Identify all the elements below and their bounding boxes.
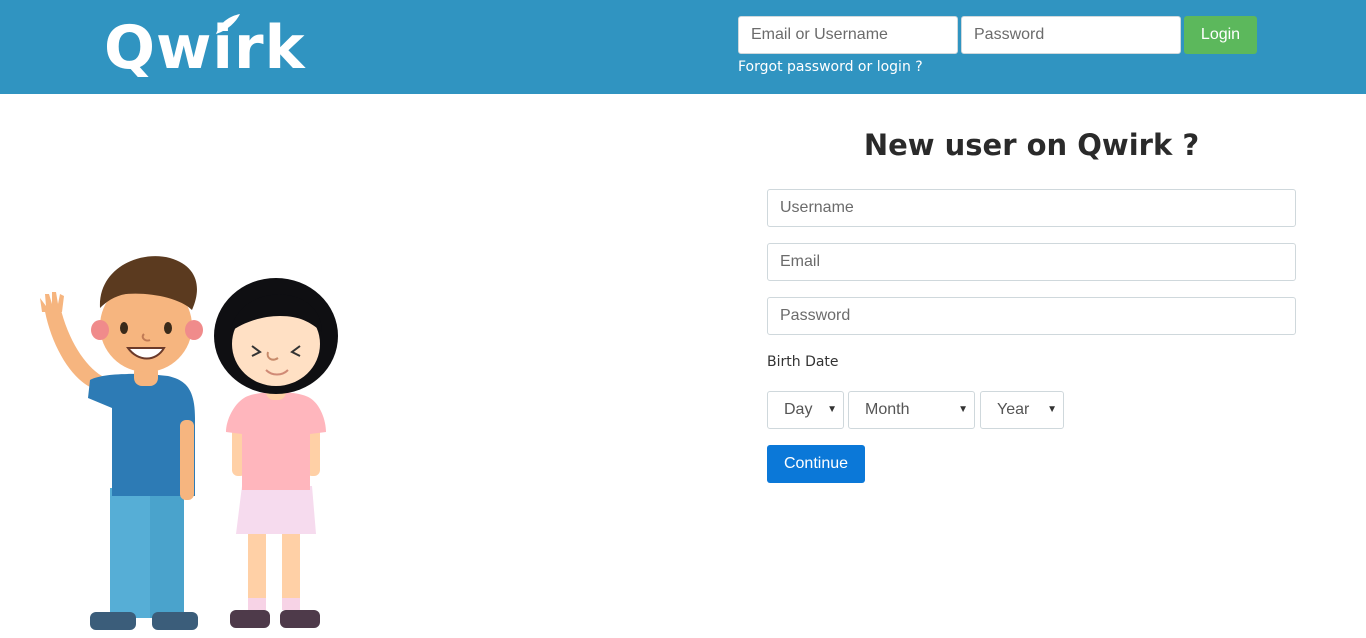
continue-button[interactable]: Continue [767,445,865,483]
girl-figure [214,278,338,628]
top-bar: Qwirk Login Forgot password or login ? [0,0,1366,94]
year-select-value: Year [997,401,1030,418]
logo-text: Qwirk [104,13,306,83]
qwirk-logo[interactable]: Qwirk [104,8,314,88]
day-select-value: Day [784,401,813,418]
login-password-input[interactable] [961,16,1181,54]
month-select-value: Month [865,401,910,418]
login-button[interactable]: Login [1184,16,1257,54]
forgot-password-link[interactable]: Forgot password or login ? [738,59,923,75]
chevron-down-icon: ▼ [1047,404,1057,415]
day-select[interactable]: Day ▼ [767,391,844,429]
leaf-icon [216,14,240,34]
chevron-down-icon: ▼ [958,404,968,415]
boy-figure [40,256,203,630]
email-input[interactable] [767,243,1296,281]
username-input[interactable] [767,189,1296,227]
month-select[interactable]: Month ▼ [848,391,975,429]
year-select[interactable]: Year ▼ [980,391,1064,429]
chevron-down-icon: ▼ [827,404,837,415]
birth-date-label: Birth Date [767,354,839,370]
signup-title: New user on Qwirk ? [863,128,1200,162]
email-or-username-input[interactable] [738,16,958,54]
people-illustration [40,256,338,630]
password-input[interactable] [767,297,1296,335]
